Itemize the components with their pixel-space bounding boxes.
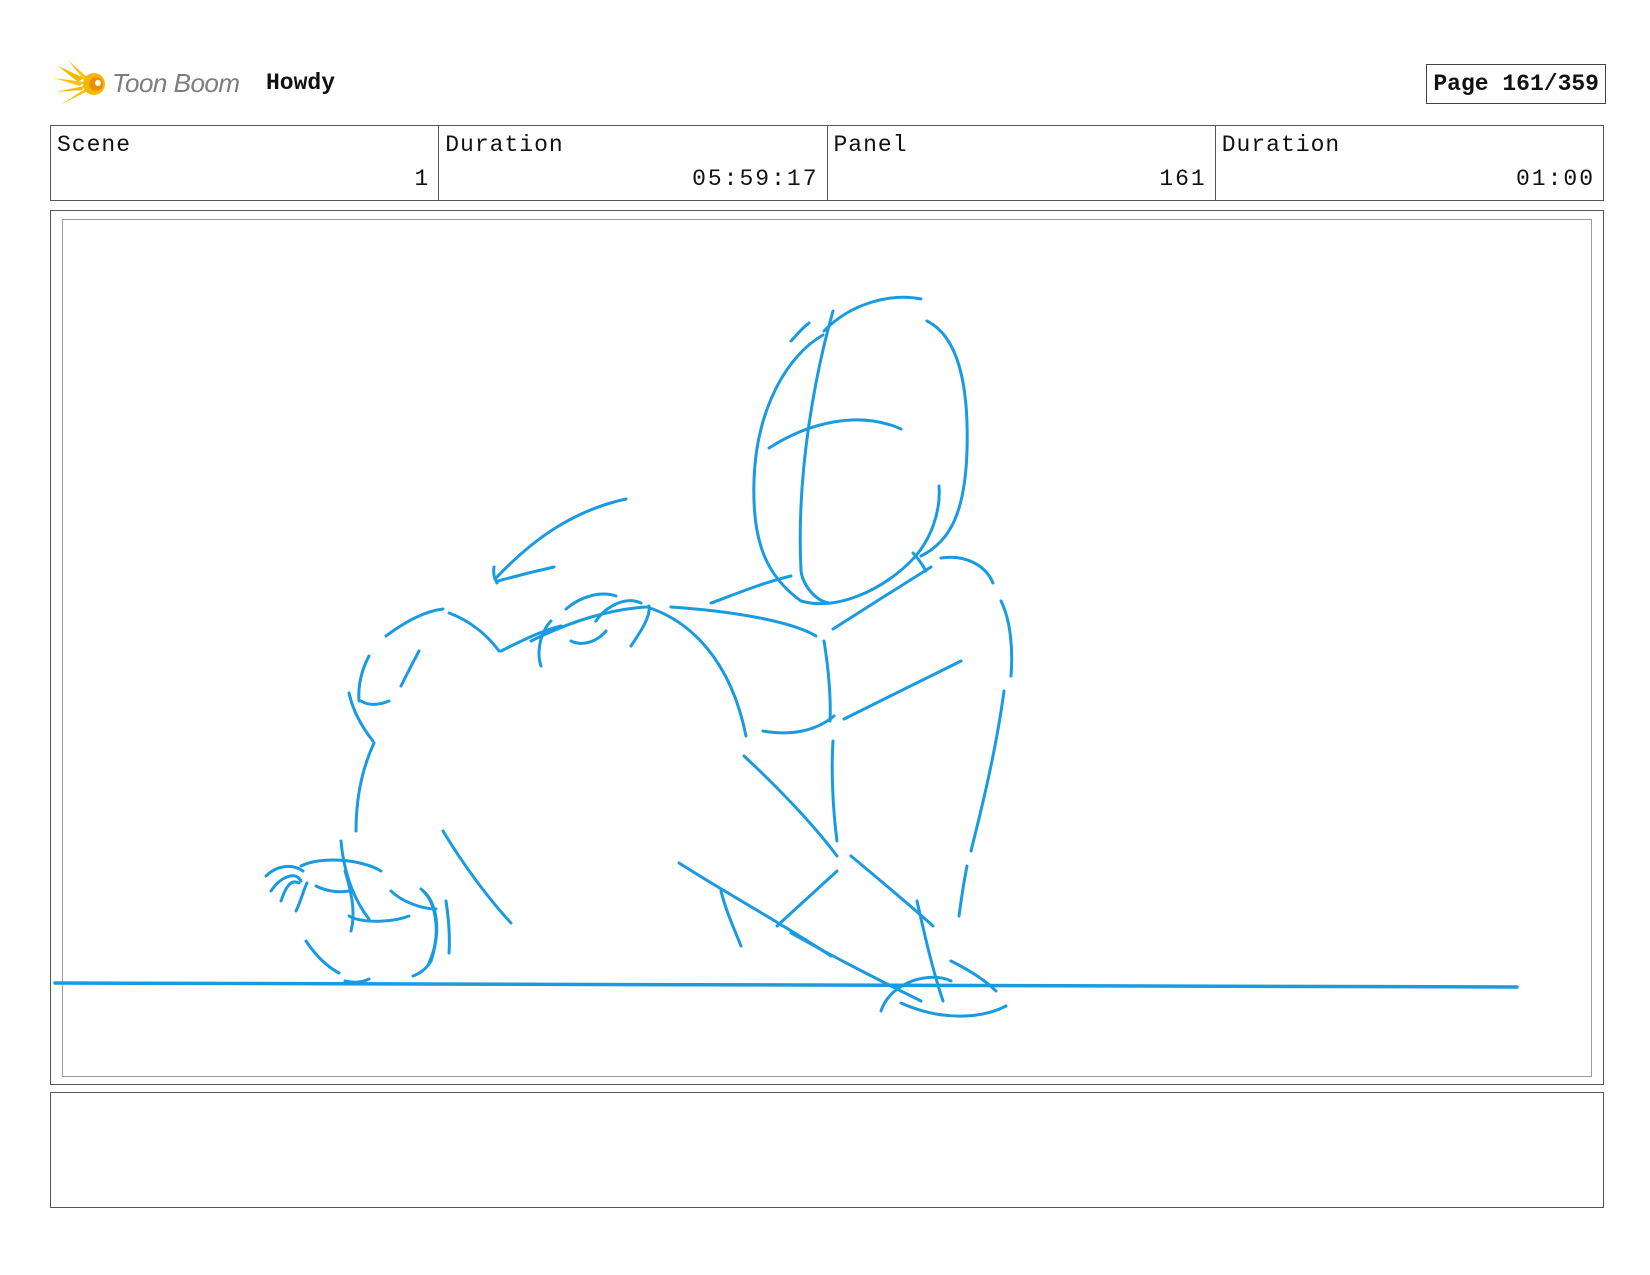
- lower-leg-2: [789, 931, 923, 1003]
- panel-info-table: Scene 1 Duration 05:59:17 Panel 161 Dura…: [50, 125, 1604, 201]
- panel-notes-box[interactable]: [50, 1092, 1604, 1208]
- shoulder-right: [939, 555, 995, 585]
- lying-leg-back: [441, 829, 513, 925]
- head-centerline: [798, 309, 835, 605]
- panel-cell: Panel 161: [828, 126, 1216, 200]
- panel-label: Panel: [833, 132, 908, 158]
- scene-label: Scene: [57, 132, 132, 158]
- head-right: [919, 319, 969, 558]
- arm-inner: [822, 639, 832, 723]
- logo-text: Toon Boom: [112, 68, 240, 98]
- gesture-arc: [493, 497, 628, 581]
- fist-outline: [299, 858, 383, 873]
- scene-duration-cell: Duration 05:59:17: [439, 126, 828, 200]
- panel-duration-label: Duration: [1221, 132, 1341, 158]
- fist-edge: [444, 899, 451, 955]
- page-header: Toon Boom Howdy Page 161/359: [50, 56, 1606, 110]
- page-number-box: Page 161/359: [1426, 64, 1606, 104]
- fist-bottom-2: [343, 977, 371, 984]
- scene-duration-label: Duration: [445, 132, 564, 158]
- sketch-drawing: [53, 295, 1519, 1018]
- head-top: [822, 295, 923, 333]
- shin-line: [775, 869, 839, 928]
- head-outline: [752, 333, 941, 606]
- back-right: [999, 599, 1014, 678]
- scene-cell: Scene 1: [51, 126, 440, 200]
- lying-head-line: [399, 649, 421, 688]
- gesture-arrow-tip: [492, 565, 499, 585]
- panel-duration-cell: Duration 01:00: [1216, 126, 1603, 200]
- panel-value: 161: [1159, 166, 1207, 192]
- fist-round: [347, 914, 411, 923]
- project-title: Howdy: [266, 70, 336, 96]
- torso-right: [969, 689, 1006, 853]
- fist-bottom-3: [411, 959, 433, 978]
- fist-diagonal: [343, 869, 355, 933]
- thigh-top: [645, 605, 748, 738]
- lying-head-top: [357, 654, 371, 703]
- waist-line: [842, 659, 963, 721]
- hand-knuckle: [569, 629, 608, 645]
- scene-value: 1: [414, 166, 431, 192]
- lying-chest: [499, 624, 563, 653]
- shoulder-left: [709, 574, 793, 605]
- hand-fingers-4: [629, 604, 651, 648]
- fist-thumb: [294, 881, 309, 913]
- foot-sole: [899, 1001, 1008, 1018]
- head-hair-mark: [789, 321, 811, 343]
- fist-wrist: [314, 884, 351, 894]
- head-crossline: [767, 418, 903, 450]
- lying-back-bump: [447, 611, 501, 653]
- scene-duration-value: 05:59:17: [692, 166, 819, 192]
- lying-spine: [354, 741, 376, 833]
- lying-back-top: [384, 607, 445, 638]
- lying-ear: [359, 699, 391, 706]
- fist-curl: [279, 880, 301, 903]
- hand-thumb: [537, 619, 553, 668]
- fist-bottom: [304, 939, 341, 975]
- storyboard-panel-frame: [50, 210, 1604, 1085]
- forearm-1: [339, 839, 371, 921]
- toon-boom-logo: Toon Boom: [54, 58, 254, 108]
- fist-knuckles: [264, 864, 305, 878]
- ground-line: [53, 981, 1519, 989]
- torso-right-low: [957, 864, 969, 918]
- shin-front: [742, 754, 839, 858]
- panel-duration-value: 01:00: [1515, 166, 1595, 192]
- starburst-icon: [54, 60, 105, 104]
- torso-front: [830, 739, 839, 843]
- arm-lower-curve: [761, 714, 836, 735]
